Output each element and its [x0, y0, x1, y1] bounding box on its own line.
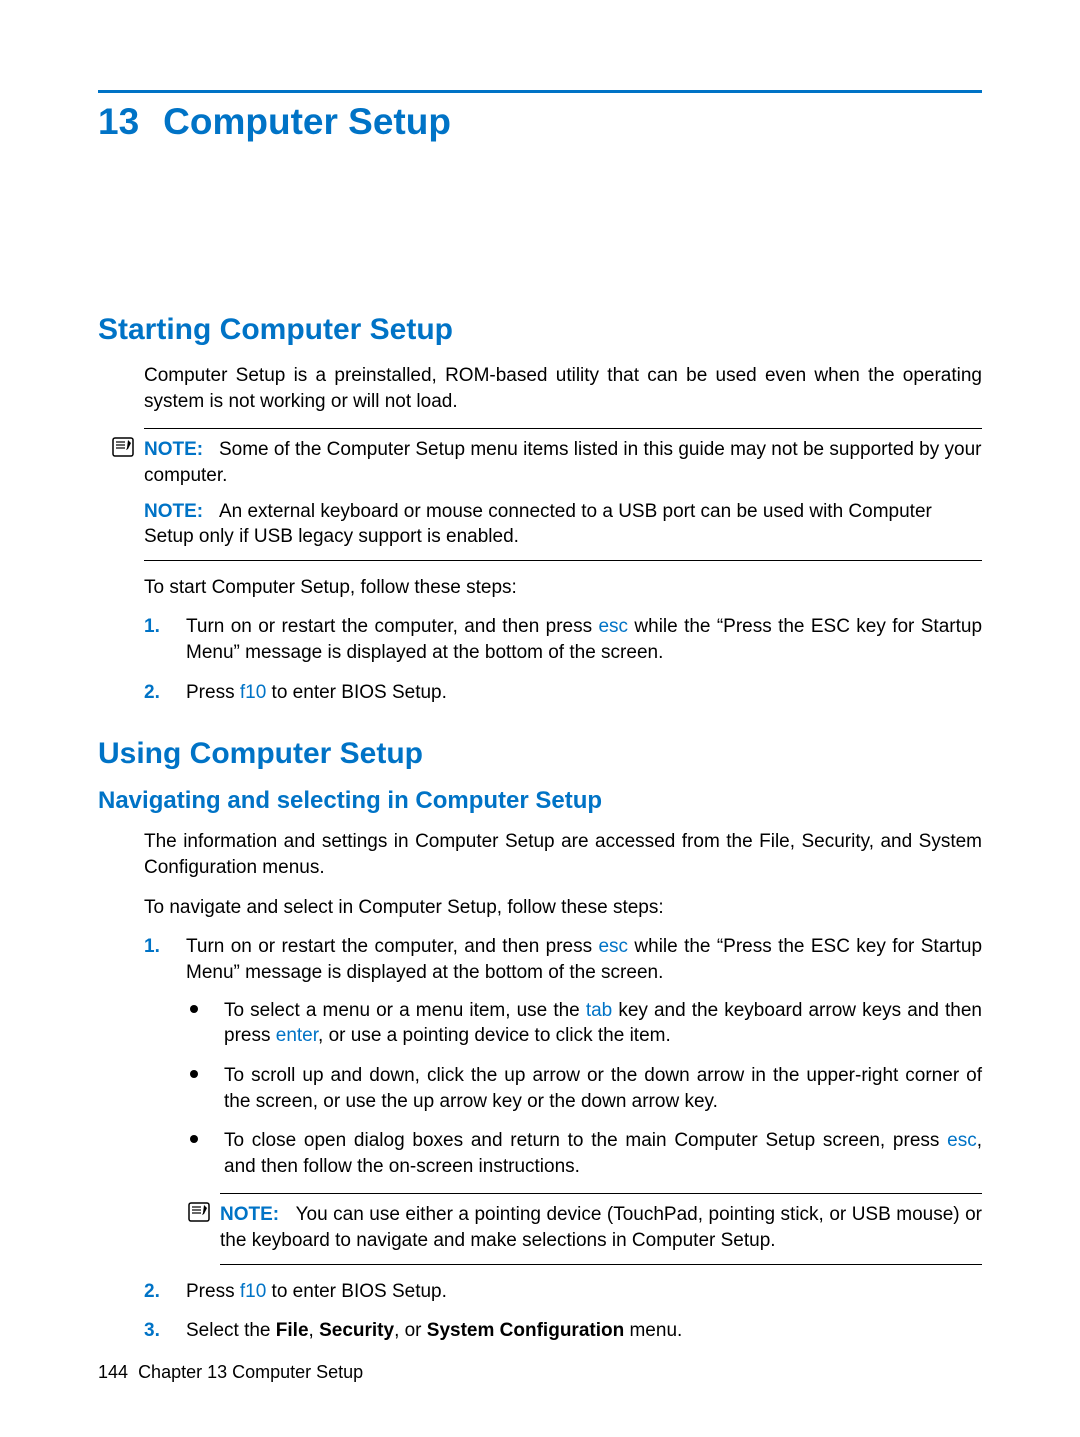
key-esc: esc — [947, 1130, 977, 1151]
step-marker: 3. — [144, 1318, 160, 1344]
bullet-list: To select a menu or a menu item, use the… — [186, 998, 982, 1180]
list-item: 3. Select the File, Security, or System … — [144, 1318, 982, 1344]
key-esc: esc — [598, 936, 628, 957]
list-item: 2. Press f10 to enter BIOS Setup. — [144, 680, 982, 706]
key-esc: esc — [598, 616, 628, 637]
note-paragraph: NOTE: An external keyboard or mouse conn… — [144, 499, 982, 550]
list-item: 1. Turn on or restart the computer, and … — [144, 934, 982, 1264]
chapter-rule — [98, 90, 982, 93]
lead-paragraph: To start Computer Setup, follow these st… — [144, 575, 982, 601]
ordered-steps: 1. Turn on or restart the computer, and … — [144, 614, 982, 705]
note-paragraph: NOTE: You can use either a pointing devi… — [220, 1202, 982, 1253]
section-heading-using: Using Computer Setup — [98, 737, 982, 771]
step-marker: 2. — [144, 680, 160, 706]
page-content: 13 Computer Setup Starting Computer Setup… — [0, 0, 1080, 1344]
step-text: Press — [186, 682, 240, 703]
note-text: Some of the Computer Setup menu items li… — [144, 439, 981, 486]
step-marker: 2. — [144, 1279, 160, 1305]
page-footer: 144 Chapter 13 Computer Setup — [98, 1362, 363, 1383]
step-text: Select the — [186, 1320, 276, 1341]
step-text: to enter BIOS Setup. — [266, 682, 447, 703]
note-label: NOTE: — [144, 501, 203, 522]
section-body: Computer Setup is a preinstalled, ROM-ba… — [144, 363, 982, 705]
bullet-text: To select a menu or a menu item, use the — [224, 1000, 586, 1021]
note-paragraph: NOTE: Some of the Computer Setup menu it… — [144, 437, 982, 488]
step-text: Turn on or restart the computer, and the… — [186, 616, 598, 637]
note-text: An external keyboard or mouse connected … — [144, 501, 932, 548]
note-label: NOTE: — [220, 1204, 279, 1225]
subsection-heading-navigating: Navigating and selecting in Computer Set… — [98, 787, 982, 815]
footer-label: Chapter 13 Computer Setup — [138, 1362, 363, 1382]
paragraph: The information and settings in Computer… — [144, 829, 982, 880]
note-icon — [112, 437, 134, 457]
bullet-text: To close open dialog boxes and return to… — [224, 1130, 947, 1151]
step-marker: 1. — [144, 614, 160, 640]
paragraph: To navigate and select in Computer Setup… — [144, 895, 982, 921]
step-text: , — [309, 1320, 320, 1341]
list-item: To close open dialog boxes and return to… — [186, 1128, 982, 1179]
chapter-title: 13 Computer Setup — [98, 101, 982, 143]
key-enter: enter — [276, 1025, 318, 1046]
bullet-text: To scroll up and down, click the up arro… — [224, 1065, 982, 1112]
page-number: 144 — [98, 1362, 128, 1382]
chapter-number: 13 — [98, 101, 139, 143]
list-item: To scroll up and down, click the up arro… — [186, 1063, 982, 1114]
step-text: , or — [394, 1320, 427, 1341]
step-text: Turn on or restart the computer, and the… — [186, 936, 598, 957]
step-text: Press — [186, 1281, 240, 1302]
chapter-name: Computer Setup — [163, 101, 451, 142]
step-marker: 1. — [144, 934, 160, 960]
note-label: NOTE: — [144, 439, 203, 460]
note-block: NOTE: You can use either a pointing devi… — [220, 1193, 982, 1264]
step-text: menu. — [624, 1320, 682, 1341]
section-body: The information and settings in Computer… — [144, 829, 982, 1344]
ordered-steps: 1. Turn on or restart the computer, and … — [144, 934, 982, 1344]
note-text: You can use either a pointing device (To… — [220, 1204, 982, 1251]
intro-paragraph: Computer Setup is a preinstalled, ROM-ba… — [144, 363, 982, 414]
list-item: 2. Press f10 to enter BIOS Setup. — [144, 1279, 982, 1305]
menu-file: File — [276, 1320, 309, 1341]
list-item: 1. Turn on or restart the computer, and … — [144, 614, 982, 665]
menu-security: Security — [319, 1320, 394, 1341]
section-heading-starting: Starting Computer Setup — [98, 313, 982, 347]
step-text: to enter BIOS Setup. — [266, 1281, 447, 1302]
bullet-text: , or use a pointing device to click the … — [318, 1025, 671, 1046]
menu-sysconfig: System Configuration — [427, 1320, 624, 1341]
key-f10: f10 — [240, 682, 266, 703]
note-block: NOTE: Some of the Computer Setup menu it… — [144, 428, 982, 561]
note-icon — [188, 1202, 210, 1222]
key-tab: tab — [586, 1000, 612, 1021]
key-f10: f10 — [240, 1281, 266, 1302]
list-item: To select a menu or a menu item, use the… — [186, 998, 982, 1049]
